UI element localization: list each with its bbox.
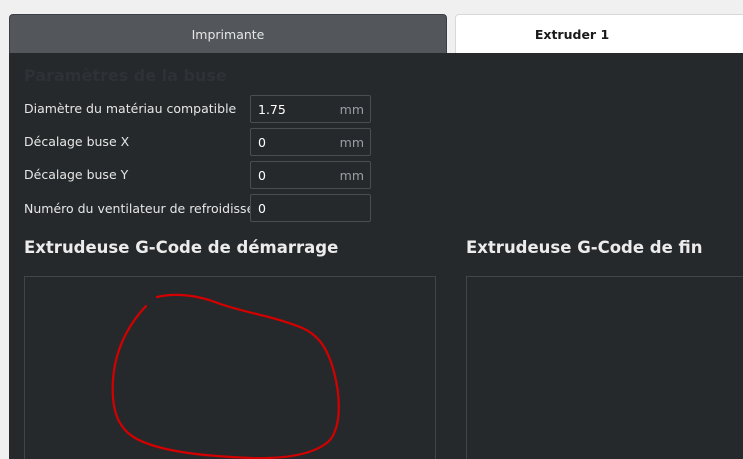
nozzle-offset-x-label: Décalage buse X [24,134,130,149]
tab-printer[interactable]: Imprimante [9,14,447,54]
printer-settings-window: Imprimante Extruder 1 Paramètres de la b… [0,0,743,459]
nozzle-offset-x-unit: mm [339,135,364,150]
nozzle-offset-y-value: 0 [258,168,266,183]
nozzle-settings-heading: Paramètres de la buse [24,66,227,85]
material-diameter-label: Diamètre du matériau compatible [24,101,237,116]
tab-extruder-1[interactable]: Extruder 1 [455,14,743,54]
end-gcode-editor[interactable] [466,276,743,459]
cooling-fan-number-value: 0 [258,201,266,216]
material-diameter-value: 1.75 [258,102,286,117]
start-gcode-editor[interactable] [24,276,436,459]
cooling-fan-number-label: Numéro du ventilateur de refroidissement [24,201,250,216]
material-diameter-field[interactable]: 1.75 mm [250,95,371,123]
tab-printer-label: Imprimante [191,27,265,42]
nozzle-offset-y-label: Décalage buse Y [24,167,129,182]
nozzle-offset-y-unit: mm [339,168,364,183]
nozzle-offset-y-field[interactable]: 0 mm [250,161,371,189]
end-gcode-heading: Extrudeuse G-Code de fin [466,238,703,257]
tab-extruder-1-label: Extruder 1 [534,27,610,42]
nozzle-offset-x-field[interactable]: 0 mm [250,128,371,156]
nozzle-offset-x-value: 0 [258,135,266,150]
material-diameter-unit: mm [339,102,364,117]
cooling-fan-number-field[interactable]: 0 [250,194,371,222]
start-gcode-heading: Extrudeuse G-Code de démarrage [24,238,339,257]
